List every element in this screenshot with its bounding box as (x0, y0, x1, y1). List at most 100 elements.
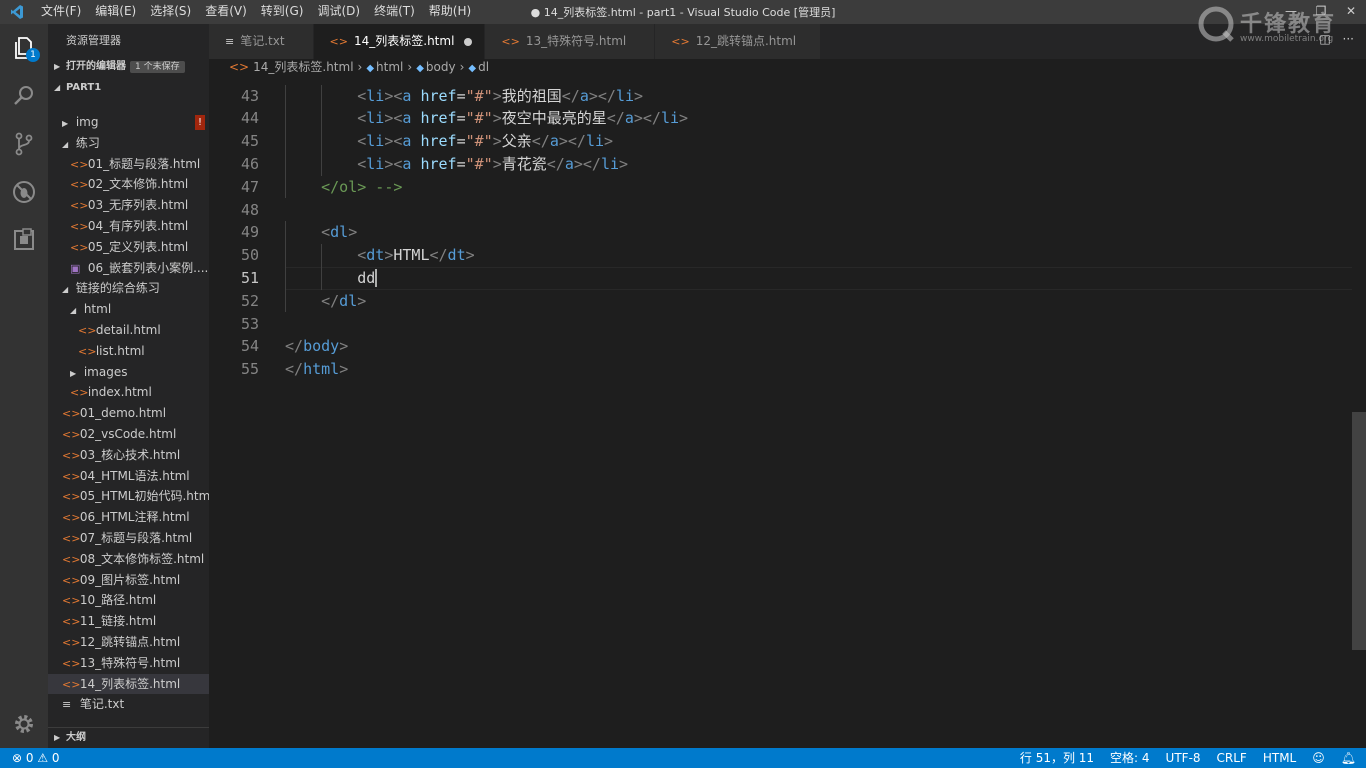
indent-guide (321, 107, 323, 131)
source-control-activity[interactable] (0, 120, 48, 168)
menu-item[interactable]: 终端(T) (367, 0, 422, 24)
breadcrumb-file[interactable]: 14_列表标签.html (253, 60, 353, 74)
breadcrumb-html[interactable]: html (376, 60, 403, 74)
vertical-scrollbar-thumb[interactable] (1352, 412, 1366, 650)
tree-item-label: 01_demo.html (79, 406, 167, 421)
tree-file[interactable]: <> detail.html (48, 320, 209, 341)
indentation[interactable]: 空格: 4 (1110, 748, 1150, 768)
current-line-highlight (285, 266, 1352, 290)
code-token: a (549, 132, 559, 151)
menu-item[interactable]: 选择(S) (143, 0, 198, 24)
open-editors-label: 打开的编辑器 (66, 61, 126, 72)
open-editors-header[interactable]: ▶ 打开的编辑器 1 个未保存 (48, 56, 209, 78)
tree-item-label: 12_跳转锚点.html (79, 634, 181, 649)
code-editor[interactable]: 43 <li><a href="#">我的祖国</a></li> 44 <li><a … (209, 76, 1352, 748)
tree-file[interactable]: <> 02_vsCode.html (48, 424, 209, 445)
tree-folder[interactable]: ▶ images (48, 362, 209, 383)
menu-item[interactable]: 文件(F) (34, 0, 88, 24)
editor-tab[interactable]: <> 12_跳转锚点.html (655, 24, 822, 59)
tree-file[interactable]: <> 01_demo.html (48, 403, 209, 424)
explorer-activity[interactable]: 1 (0, 24, 48, 72)
problems-indicator[interactable]: ⊗ 0 ⚠ 0 (12, 748, 60, 768)
tree-file[interactable]: <> 05_定义列表.html (48, 237, 209, 258)
tree-item-label: detail.html (95, 322, 161, 337)
outline-header[interactable]: ▶ 大纲 (48, 728, 209, 748)
code-token: > (619, 154, 629, 173)
tree-file[interactable]: <> 04_有序列表.html (48, 216, 209, 237)
source-control-icon (15, 132, 33, 156)
breadcrumb-body[interactable]: body (426, 60, 456, 74)
code-token: > (604, 132, 614, 151)
tree-file[interactable]: <> 07_标题与段落.html (48, 528, 209, 549)
tree-file[interactable]: <> 01_标题与段落.html (48, 154, 209, 175)
html-file-icon: <> (229, 60, 250, 74)
tree-file[interactable]: <> index.html (48, 382, 209, 403)
html-file-icon: <> (62, 448, 81, 462)
indent-guide (285, 289, 286, 313)
extensions-activity[interactable] (0, 216, 48, 264)
tree-file[interactable]: <> 12_跳转锚点.html (48, 632, 209, 653)
search-activity[interactable] (0, 72, 48, 120)
editor-tab[interactable]: <> 13_特殊符号.html (485, 24, 656, 59)
tree-folder[interactable]: ◢ html (48, 299, 209, 320)
menu-item[interactable]: 编辑(E) (88, 0, 143, 24)
tree-folder[interactable]: ▶ img! (48, 112, 209, 133)
code-token: 我的祖国 (501, 86, 562, 105)
code-token: li (600, 154, 619, 173)
menu-item[interactable]: 帮助(H) (422, 0, 478, 24)
settings-activity[interactable] (0, 700, 48, 748)
warning-count: ⚠ 0 (37, 751, 60, 765)
tree-file[interactable]: ▣ 06_嵌套列表小案例.... (48, 258, 209, 279)
workspace-header[interactable]: ◢ PART1 (48, 77, 209, 99)
code-token: a (564, 154, 574, 173)
code-token: < (357, 109, 367, 128)
chevron-right-icon: ▶ (54, 733, 61, 742)
indent-guide (285, 152, 286, 176)
tree-file[interactable]: <> 04_HTML语法.html (48, 466, 209, 487)
tree-file[interactable]: <> 02_文本修饰.html (48, 174, 209, 195)
menu-item[interactable]: 查看(V) (198, 0, 254, 24)
code-token: > (348, 223, 358, 242)
language-mode[interactable]: HTML (1263, 748, 1296, 768)
tree-file[interactable]: <> 11_链接.html (48, 611, 209, 632)
breadcrumb-dl[interactable]: dl (478, 60, 489, 74)
notification-bell-icon[interactable]: 🔔︎ (1341, 748, 1356, 768)
code-token: dt (447, 246, 466, 265)
tree-file[interactable]: ≡ 笔记.txt (48, 694, 209, 715)
cursor-position[interactable]: 行 51，列 11 (1020, 748, 1094, 768)
editor-tab[interactable]: <> 14_列表标签.html (313, 24, 486, 59)
tree-file[interactable]: <> 14_列表标签.html (48, 673, 209, 695)
line-ending[interactable]: CRLF (1217, 748, 1247, 768)
tree-file[interactable]: <> 10_路径.html (48, 590, 209, 611)
editor-tab[interactable]: ≡ 笔记.txt (209, 24, 314, 59)
feedback-smiley-icon[interactable]: ☺ (1312, 748, 1325, 768)
tree-file[interactable]: <> 05_HTML初始代码.html (48, 486, 209, 507)
tree-file[interactable]: <> 03_无序列表.html (48, 195, 209, 216)
vscode-logo-icon (11, 5, 23, 19)
code-token: = (456, 154, 466, 173)
tree-folder[interactable]: ◢ 练习 (48, 133, 209, 154)
unsaved-dot-icon[interactable] (464, 37, 473, 46)
encoding[interactable]: UTF-8 (1166, 748, 1201, 768)
code-token: body (303, 337, 340, 356)
tree-file[interactable]: <> 06_HTML注释.html (48, 507, 209, 528)
debug-icon (13, 181, 35, 203)
image-file-icon: ▣ (70, 261, 81, 275)
menu-item[interactable]: 调试(D) (310, 0, 367, 24)
code-token: >< (384, 154, 403, 173)
tree-item-label: 02_vsCode.html (79, 426, 177, 441)
tree-file[interactable]: <> list.html (48, 341, 209, 362)
menu-item[interactable]: 转到(G) (254, 0, 311, 24)
tree-item-label: 03_核心技术.html (79, 447, 181, 462)
debug-activity[interactable] (0, 168, 48, 216)
tree-file[interactable]: <> 13_特殊符号.html (48, 653, 209, 674)
chevron-right-icon: › (357, 60, 363, 74)
code-token: li (585, 132, 604, 151)
tree-file[interactable]: <> 08_文本修饰标签.html (48, 549, 209, 570)
tree-folder[interactable]: ◢ 链接的综合练习 (48, 278, 209, 299)
tree-file[interactable]: <> 09_图片标签.html (48, 570, 209, 591)
tree-file[interactable]: <> 03_核心技术.html (48, 445, 209, 466)
indent-guide (321, 130, 323, 153)
html-file-icon: <> (70, 386, 89, 400)
outline-section[interactable]: ▶ 大纲 (48, 727, 209, 749)
